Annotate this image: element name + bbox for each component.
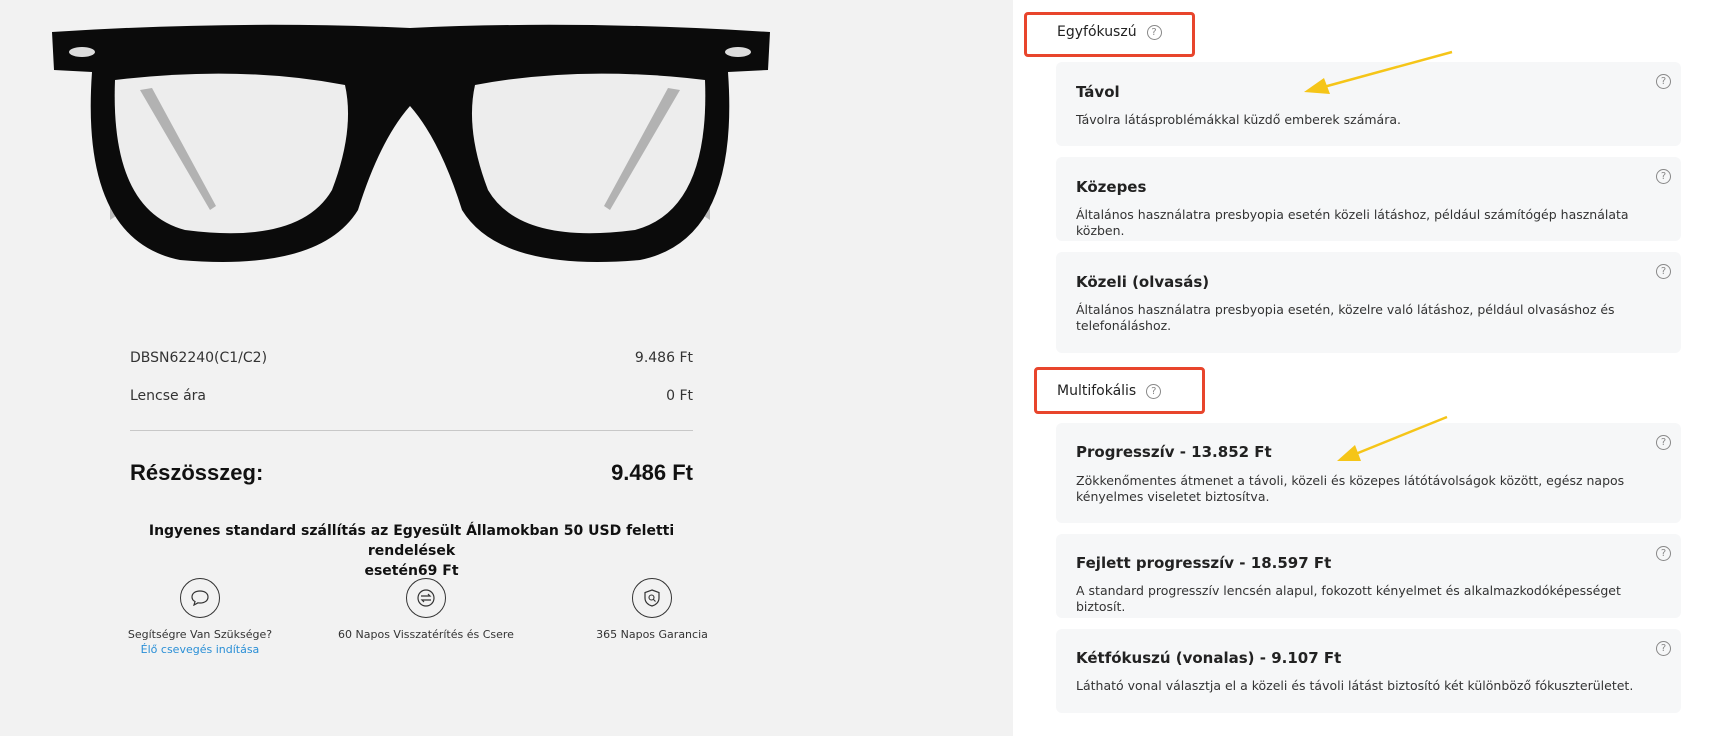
shield-icon — [632, 578, 672, 618]
feature-label: Segítségre Van Szüksége? — [127, 628, 273, 641]
eyeglasses-image — [52, 24, 770, 262]
chat-bubble-icon[interactable] — [180, 578, 220, 618]
product-summary-panel: DBSN62240(C1/C2) 9.486 Ft Lencse ára 0 F… — [0, 0, 1013, 736]
option-title: Távol — [1076, 83, 1120, 101]
lens-option-kozeli[interactable]: Közeli (olvasás) Általános használatra p… — [1056, 252, 1681, 353]
help-icon[interactable]: ? — [1146, 24, 1162, 40]
group-header-single[interactable]: Egyfókuszú ? — [1057, 24, 1162, 40]
help-icon[interactable]: ? — [1656, 74, 1671, 89]
lens-option-fejlett-progressziv[interactable]: Fejlett progresszív - 18.597 Ft A standa… — [1056, 534, 1681, 618]
summary-divider — [130, 430, 693, 431]
option-desc: A standard progresszív lencsén alapul, f… — [1076, 583, 1621, 614]
group-header-multi[interactable]: Multifokális ? — [1057, 383, 1162, 399]
help-icon[interactable]: ? — [1656, 264, 1671, 279]
help-icon[interactable]: ? — [1146, 383, 1162, 399]
help-icon[interactable]: ? — [1656, 546, 1671, 561]
shipping-notice: Ingyenes standard szállítás az Egyesült … — [130, 521, 693, 581]
help-icon[interactable]: ? — [1656, 169, 1671, 184]
option-title: Közepes — [1076, 178, 1147, 196]
group-label-multi: Multifokális — [1057, 383, 1137, 399]
sku-row: DBSN62240(C1/C2) 9.486 Ft — [130, 350, 693, 366]
live-chat-link[interactable]: Élő csevegés indítása — [90, 643, 310, 656]
sku-label: DBSN62240(C1/C2) — [130, 350, 268, 366]
feature-returns: 60 Napos Visszatérítés és Csere — [316, 578, 536, 641]
feature-label: 365 Napos Garancia — [596, 628, 708, 641]
option-desc: Látható vonal választja el a közeli és t… — [1076, 678, 1634, 693]
option-title: Progresszív - 13.852 Ft — [1076, 443, 1272, 461]
lens-price-label: Lencse ára — [130, 388, 207, 404]
option-desc: Általános használatra presbyopia esetén,… — [1076, 302, 1615, 333]
option-title: Fejlett progresszív - 18.597 Ft — [1076, 554, 1332, 572]
subtotal-value: 9.486 Ft — [611, 460, 693, 485]
feature-warranty: 365 Napos Garancia — [542, 578, 762, 641]
lens-option-kozepes[interactable]: Közepes Általános használatra presbyopia… — [1056, 157, 1681, 241]
subtotal-row: Részösszeg: 9.486 Ft — [130, 460, 693, 486]
feature-label: 60 Napos Visszatérítés és Csere — [338, 628, 514, 641]
option-title: Közeli (olvasás) — [1076, 273, 1210, 291]
option-desc: Zökkenőmentes átmenet a távoli, közeli é… — [1076, 473, 1625, 504]
option-title: Kétfókuszú (vonalas) - 9.107 Ft — [1076, 649, 1342, 667]
group-label-single: Egyfókuszú — [1057, 24, 1137, 40]
subtotal-label: Részösszeg: — [130, 460, 264, 485]
help-icon[interactable]: ? — [1656, 435, 1671, 450]
feature-help: Segítségre Van Szüksége? Élő csevegés in… — [90, 578, 310, 656]
annotation-arrow-icon — [1337, 415, 1448, 461]
option-desc: Általános használatra presbyopia esetén … — [1076, 207, 1629, 238]
option-desc: Távolra látásproblémákkal küzdő emberek … — [1076, 112, 1401, 127]
lens-price-row: Lencse ára 0 Ft — [130, 388, 693, 404]
exchange-icon — [406, 578, 446, 618]
lens-option-ketfokuszu[interactable]: Kétfókuszú (vonalas) - 9.107 Ft Látható … — [1056, 629, 1681, 713]
lens-price-value: 0 Ft — [666, 388, 693, 404]
help-icon[interactable]: ? — [1656, 641, 1671, 656]
shipping-line-1: Ingyenes standard szállítás az Egyesült … — [148, 523, 675, 559]
sku-price: 9.486 Ft — [634, 350, 693, 366]
annotation-arrow-icon — [1304, 50, 1453, 94]
